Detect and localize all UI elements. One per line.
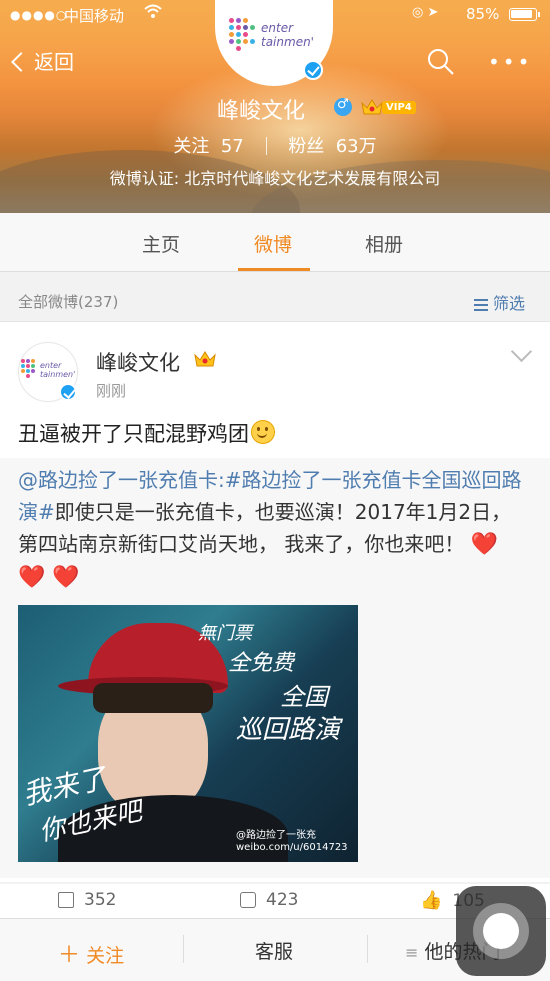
carrier-label: 中国移动 (64, 7, 125, 25)
comment-button[interactable]: 423 (240, 890, 298, 910)
follow-label[interactable]: 关注 (173, 136, 209, 157)
verification-text: 微博认证: 北京时代峰峻文化艺术发展有限公司 (109, 169, 441, 188)
crown-icon (194, 350, 216, 368)
photo-caption-3: 全国 (280, 683, 328, 711)
tab-home[interactable]: 主页 (142, 230, 180, 257)
logo-dots-small (21, 359, 39, 381)
comment-icon (240, 892, 256, 908)
thumbs-up-icon: 👍 (420, 890, 443, 911)
repost-button[interactable]: 352 (58, 890, 116, 910)
logo-text-small-2: tainmen' (40, 370, 76, 379)
back-button[interactable]: 返回 (11, 46, 74, 75)
tab-weibo[interactable]: 微博 (254, 230, 292, 257)
post-card[interactable]: enter tainmen' 峰峻文化 刚刚 丑逼被开了只配混野鸡团 @路边捡了… (0, 321, 550, 882)
search-icon (428, 49, 454, 75)
smile-emoji-icon (251, 420, 275, 444)
logo-text-2: tainmen' (261, 35, 314, 49)
wifi-icon (144, 4, 162, 24)
feed-filter-bar: 全部微博(237) 筛选 (0, 272, 550, 320)
profile-tabs: 主页 微博 相册 (0, 213, 550, 272)
share-icon (58, 892, 74, 908)
post-avatar[interactable]: enter tainmen' (18, 342, 78, 402)
more-button[interactable]: ••• (488, 52, 532, 72)
filter-button[interactable]: 筛选 (474, 290, 525, 314)
follow-button[interactable]: ＋ 关注 (58, 937, 124, 969)
search-button[interactable] (427, 48, 455, 76)
filter-icon (474, 299, 488, 301)
verified-icon (59, 383, 77, 401)
chevron-left-icon (11, 51, 31, 72)
follow-count[interactable]: 57 (221, 136, 244, 157)
fans-count[interactable]: 63万 (336, 136, 377, 157)
fans-label[interactable]: 粉丝 (288, 136, 324, 157)
post-time: 刚刚 (96, 382, 127, 400)
profile-stats: 关注 57 粉丝 63万 (0, 132, 550, 158)
active-tab-indicator (238, 268, 310, 271)
chevron-down-icon[interactable] (510, 340, 533, 363)
verified-icon (303, 60, 323, 80)
logo-text-small-1: enter (40, 361, 62, 370)
post-text: 丑逼被开了只配混野鸡团 (18, 418, 275, 448)
battery-icon (509, 8, 540, 21)
comment-count: 423 (266, 890, 299, 910)
back-label: 返回 (34, 50, 74, 74)
male-icon (334, 97, 352, 116)
profile-name: 峰峻文化 (216, 99, 305, 124)
plus-icon: ＋ (58, 943, 81, 968)
assistive-touch-button[interactable] (456, 886, 546, 976)
photo-caption-1: 無门票 (198, 623, 252, 644)
logo-text-1: enter (261, 21, 294, 35)
post-author[interactable]: 峰峻文化 (96, 347, 180, 377)
post-count: 全部微博(237) (18, 293, 119, 311)
battery-percent: 85% (466, 5, 500, 23)
menu-icon: ≡ (405, 943, 419, 962)
post-image[interactable]: 無门票 全免费 全国 巡回路演 我来了 你也来吧 @路边捡了一张充 weibo.c… (18, 605, 358, 862)
photo-caption-2: 全免费 (228, 651, 295, 676)
vip-badge: VIP4 (382, 101, 416, 114)
logo-dots (229, 18, 257, 52)
mention-link[interactable]: @路边捡了一张充值卡 (18, 468, 218, 492)
repost-text: @路边捡了一张充值卡:#路边捡了一张充值卡全国巡回路演#即使只是一张充值卡，也要… (18, 468, 522, 590)
tab-album[interactable]: 相册 (365, 230, 403, 257)
profile-cover: ●●●●○ 中国移动 ◎ ➤ 85% 返回 enter tainmen' ••• (0, 0, 550, 213)
photo-watermark: @路边捡了一张充 weibo.com/u/6014723 (236, 830, 348, 853)
location-icon: ◎ ➤ (412, 5, 439, 20)
repost-count: 352 (84, 890, 117, 910)
crown-icon (361, 98, 383, 116)
photo-caption-4: 巡回路演 (236, 715, 341, 745)
reposted-content[interactable]: @路边捡了一张充值卡:#路边捡了一张充值卡全国巡回路演#即使只是一张充值卡，也要… (0, 458, 550, 878)
signal-icon: ●●●●○ (10, 8, 68, 22)
customer-service-button[interactable]: 客服 (255, 937, 293, 964)
